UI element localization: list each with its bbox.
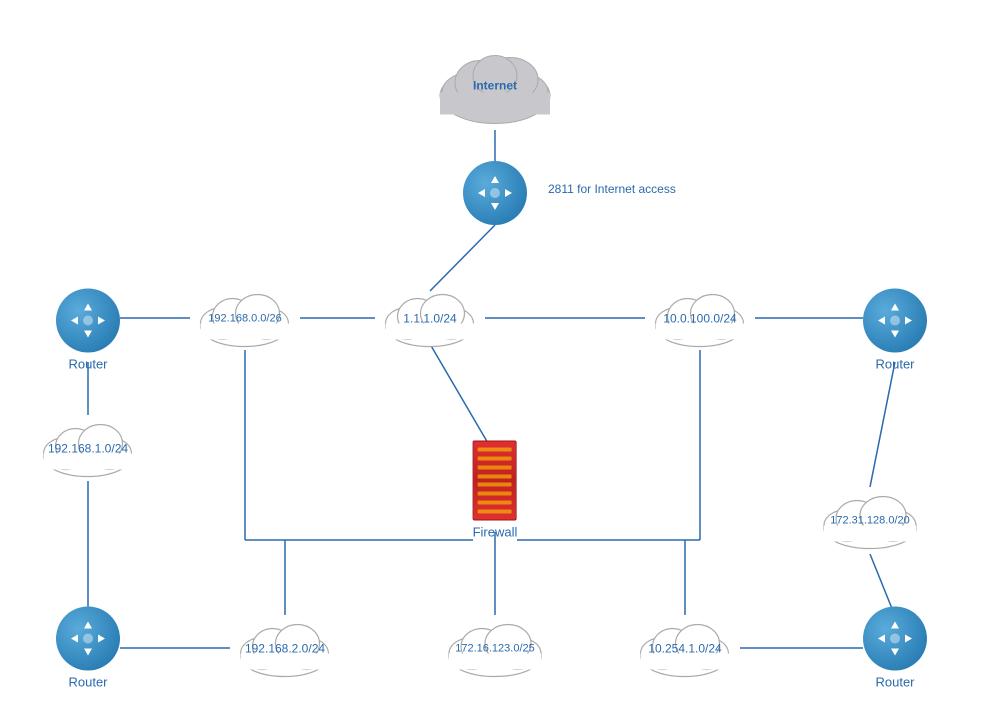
firewall-icon bbox=[473, 441, 517, 521]
router-bottom-right: Router bbox=[863, 607, 927, 690]
router-left-icon bbox=[56, 289, 120, 353]
router-bottom-left-label: Router bbox=[68, 675, 107, 690]
cloud-192-168-2-label: 192.168.2.0/24 bbox=[245, 641, 325, 655]
cloud-172-31: 172.31.128.0/20 bbox=[810, 483, 930, 558]
router-top-annotation: 2811 for Internet access bbox=[548, 182, 676, 196]
router-bottom-right-icon bbox=[863, 607, 927, 671]
cloud-10-0-100-label: 10.0.100.0/24 bbox=[663, 311, 736, 325]
cloud-10-0-100: 10.0.100.0/24 bbox=[643, 281, 758, 356]
cloud-172-16-123: 172.16.123.0/25 bbox=[435, 611, 555, 686]
firewall-label: Firewall bbox=[473, 525, 518, 540]
cloud-1-1-1-label: 1.1.1.0/24 bbox=[403, 311, 456, 325]
cloud-172-16-123-label: 172.16.123.0/25 bbox=[455, 642, 535, 654]
internet-cloud: Internet bbox=[425, 38, 565, 133]
cloud-10-254: 10.254.1.0/24 bbox=[628, 611, 743, 686]
cloud-192-168-0: 192.168.0.0/26 bbox=[188, 281, 303, 356]
router-right-label: Router bbox=[875, 357, 914, 372]
cloud-1-1-1: 1.1.1.0/24 bbox=[373, 281, 488, 356]
firewall: Firewall bbox=[473, 441, 518, 540]
network-diagram: Internet 2811 for Internet access bbox=[0, 0, 990, 725]
cloud-172-31-label: 172.31.128.0/20 bbox=[830, 514, 910, 526]
router-right-icon bbox=[863, 289, 927, 353]
cloud-192-168-2: 192.168.2.0/24 bbox=[228, 611, 343, 686]
router-top bbox=[463, 161, 527, 225]
router-right: Router bbox=[863, 289, 927, 372]
router-left: Router bbox=[56, 289, 120, 372]
cloud-192-168-1-label: 192.168.1.0/24 bbox=[48, 441, 128, 455]
router-top-icon bbox=[463, 161, 527, 225]
router-left-label: Router bbox=[68, 357, 107, 372]
router-bottom-left-icon bbox=[56, 607, 120, 671]
router-bottom-right-label: Router bbox=[875, 675, 914, 690]
cloud-10-254-label: 10.254.1.0/24 bbox=[648, 641, 721, 655]
router-bottom-left: Router bbox=[56, 607, 120, 690]
cloud-192-168-0-label: 192.168.0.0/26 bbox=[208, 312, 281, 324]
cloud-192-168-1: 192.168.1.0/24 bbox=[31, 411, 146, 486]
internet-label: Internet bbox=[473, 78, 517, 92]
